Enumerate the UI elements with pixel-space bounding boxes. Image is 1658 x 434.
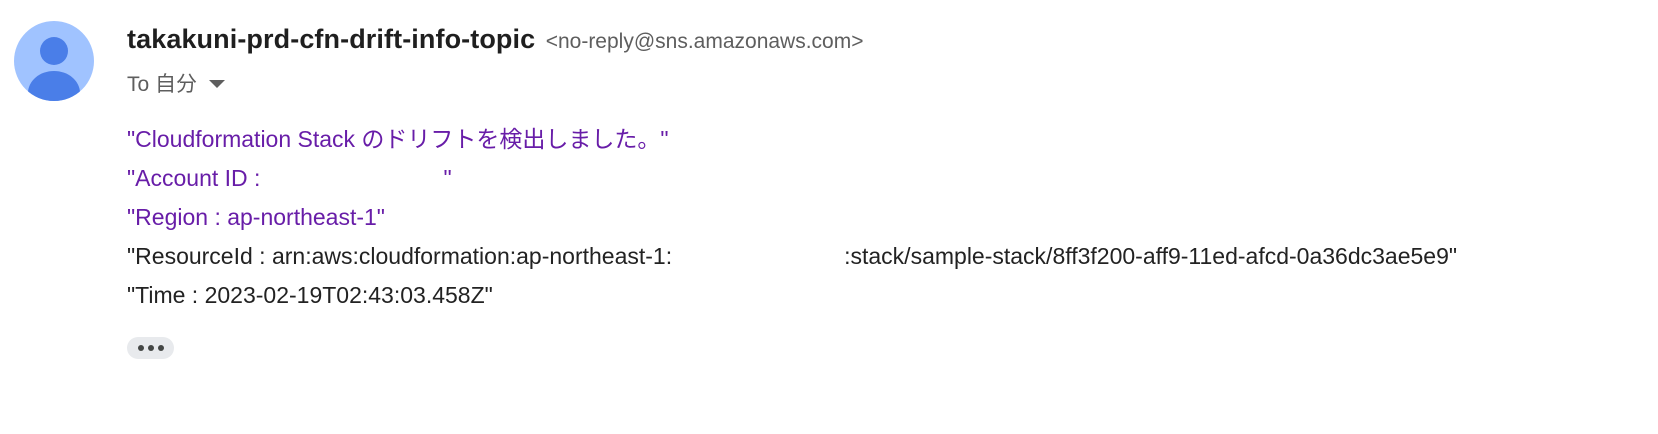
account-id-prefix: "Account ID : xyxy=(127,165,261,191)
more-horizontal-icon-dot xyxy=(147,345,154,351)
message-line-region: "Region : ap-northeast-1" xyxy=(127,204,385,230)
resource-id-prefix: "ResourceId : arn:aws:cloudformation:ap-… xyxy=(127,243,673,269)
message-line-stack-drift: "Cloudformation Stack のドリフトを検出しました。" xyxy=(127,126,669,152)
message-line-resource-id: "ResourceId : arn:aws:cloudformation:ap-… xyxy=(127,237,1457,276)
sender-name[interactable]: takakuni-prd-cfn-drift-info-topic xyxy=(127,24,535,54)
recipient-label: To 自分 xyxy=(127,73,198,96)
sender-email: <no-reply@sns.amazonaws.com> xyxy=(545,30,864,53)
message-line-time: "Time : 2023-02-19T02:43:03.458Z" xyxy=(127,282,493,308)
message-body: "Cloudformation Stack のドリフトを検出しました。" "Ac… xyxy=(127,120,1457,315)
more-horizontal-icon xyxy=(137,345,144,351)
more-horizontal-icon-dot xyxy=(157,345,164,351)
message-line-account-id: "Account ID : " xyxy=(127,159,1457,198)
recipient-details-toggle[interactable]: To 自分 xyxy=(127,68,226,98)
show-trimmed-content-button[interactable] xyxy=(127,337,174,359)
caret-down-icon[interactable] xyxy=(209,80,226,88)
sender-avatar[interactable] xyxy=(14,21,94,101)
person-icon xyxy=(28,37,80,101)
account-id-suffix: " xyxy=(443,165,452,191)
sender-line: takakuni-prd-cfn-drift-info-topic <no-re… xyxy=(127,24,864,55)
resource-id-suffix: :stack/sample-stack/8ff3f200-aff9-11ed-a… xyxy=(844,243,1458,269)
